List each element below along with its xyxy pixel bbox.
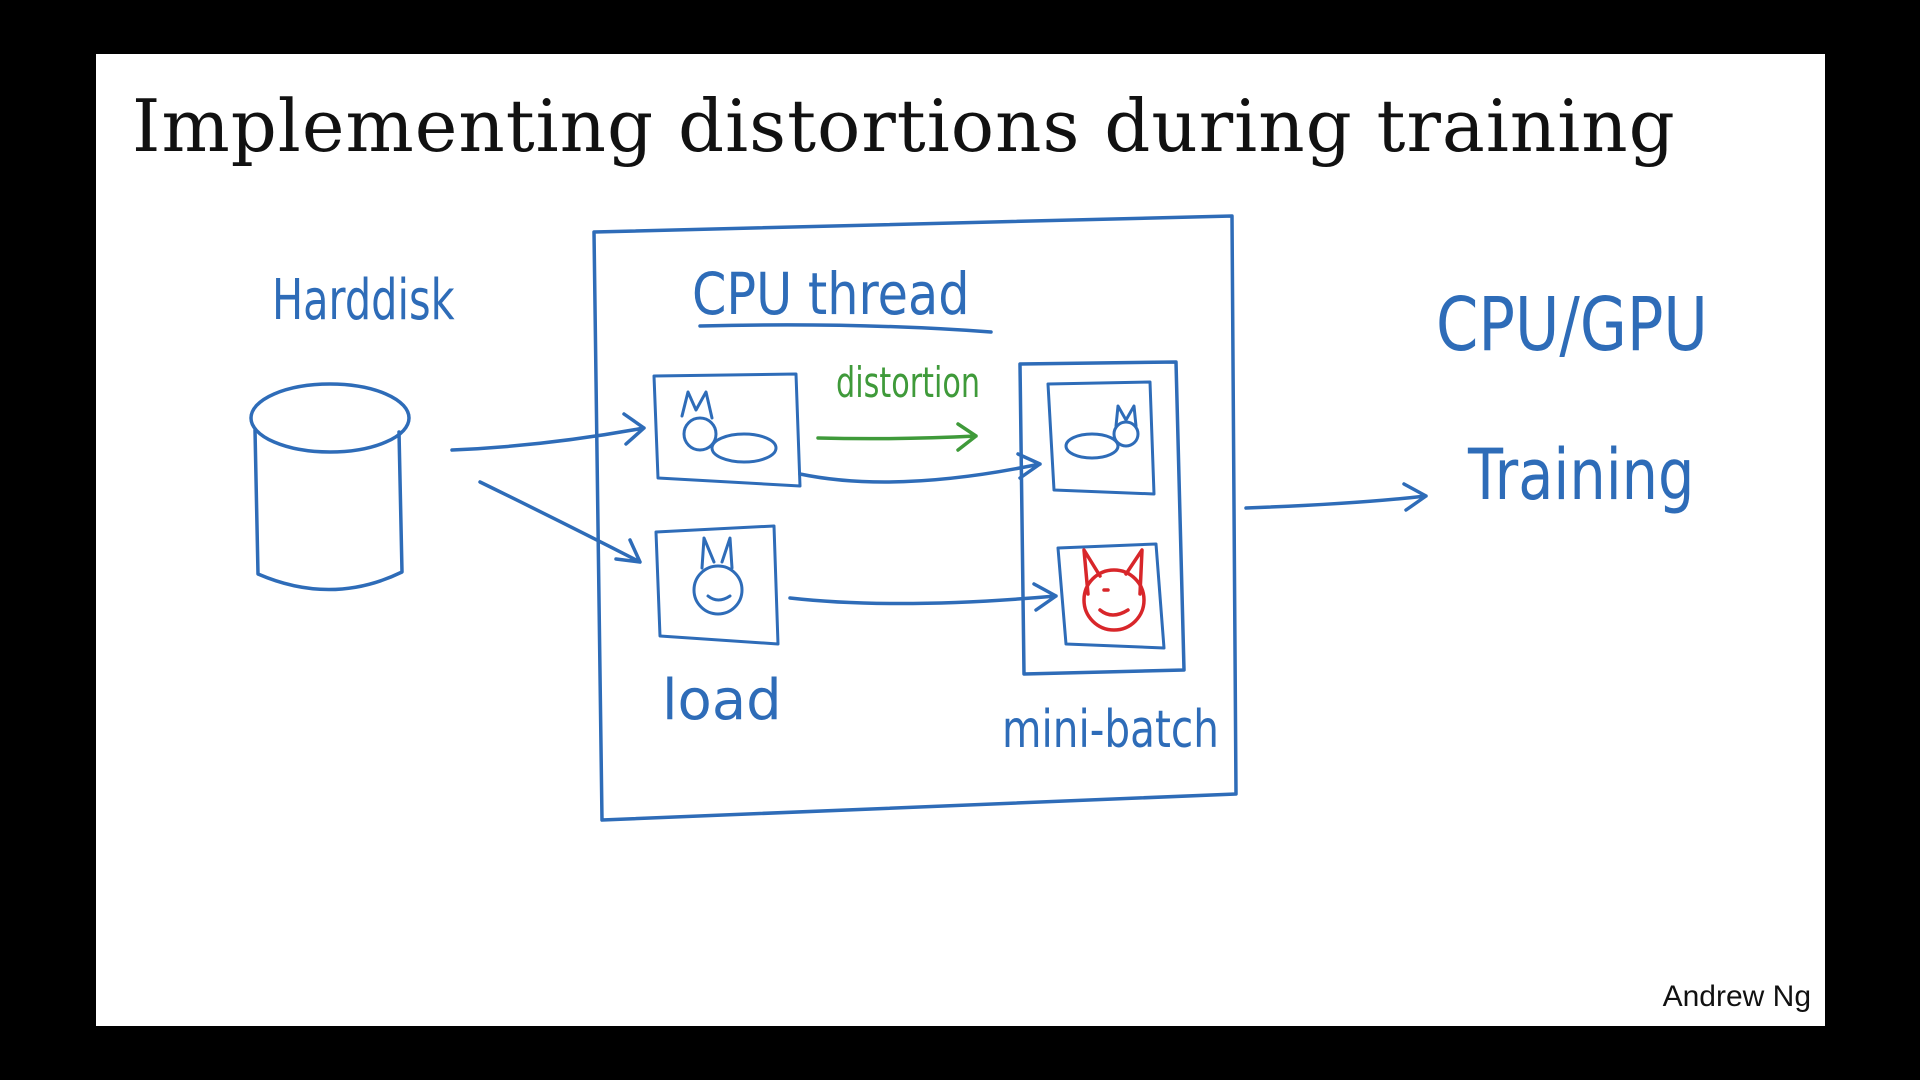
loaded-cat-image-1 [652, 372, 802, 488]
arrow-image-1-to-batch [798, 452, 1042, 484]
arrow-batch-to-training [1244, 482, 1428, 512]
arrow-image-2-to-batch [788, 582, 1058, 612]
distorted-red-cat-icon [1082, 548, 1146, 632]
arrow-disk-to-image-2 [478, 480, 642, 564]
harddisk-cylinder-icon [249, 382, 411, 592]
training-label: Training [1468, 434, 1695, 516]
loaded-cat-image-2 [654, 524, 780, 646]
load-label: load [662, 668, 782, 733]
mini-batch-label: mini-batch [1002, 700, 1219, 760]
harddisk-label: Harddisk [272, 268, 455, 333]
arrow-disk-to-image-1 [450, 412, 646, 452]
author-credit: Andrew Ng [1662, 980, 1811, 1013]
pipeline-diagram [249, 214, 1428, 822]
distortion-label: distortion [836, 358, 981, 407]
batch-image-frame-2 [1056, 542, 1166, 650]
batch-cat-image-1 [1046, 380, 1156, 496]
distortion-arrow [816, 422, 978, 452]
slide: Implementing distortions during training [96, 54, 1825, 1026]
cpu-gpu-label: CPU/GPU [1436, 282, 1708, 368]
cpu-thread-label: CPU thread [692, 260, 970, 328]
